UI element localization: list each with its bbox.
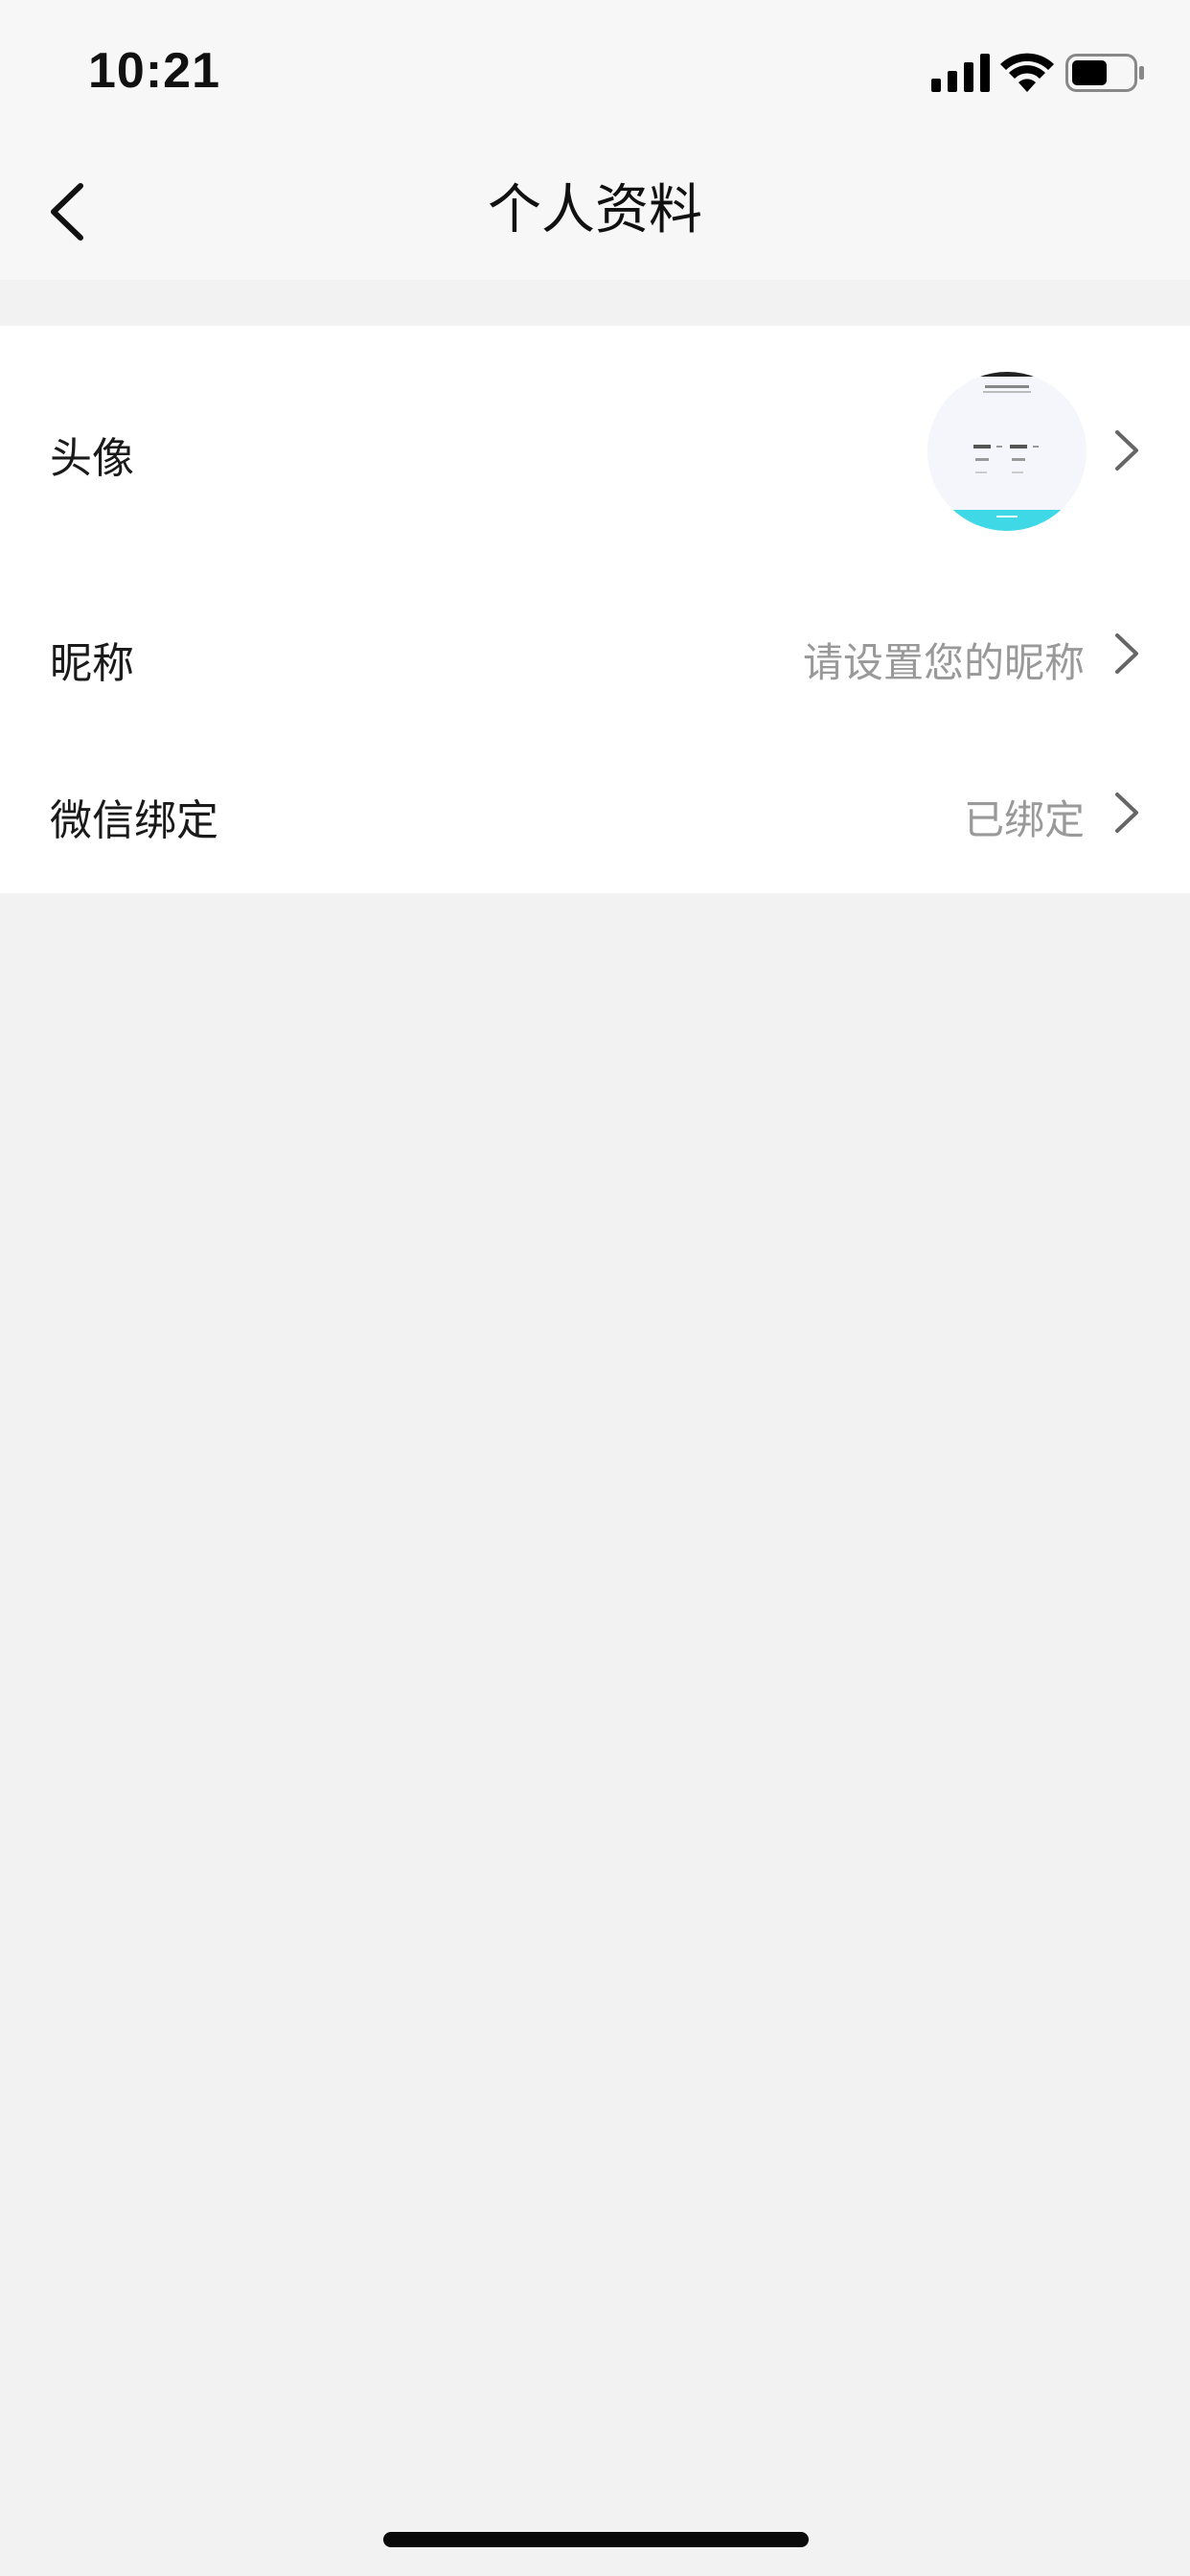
chevron-right-icon (1115, 793, 1138, 833)
nav-bar: 个人资料 (0, 144, 1190, 280)
nickname-row[interactable]: 昵称 请设置您的昵称 (0, 575, 1190, 732)
wechat-binding-label: 微信绑定 (50, 796, 218, 845)
chevron-right-icon (1115, 430, 1138, 471)
avatar-label: 头像 (50, 434, 134, 483)
status-time: 10:21 (88, 43, 220, 99)
wifi-icon (1000, 53, 1054, 92)
wechat-binding-status: 已绑定 (963, 796, 1085, 843)
avatar (927, 372, 1087, 531)
profile-list: 头像 昵称 请设置您的昵称 微信绑定 已绑定 (0, 326, 1190, 893)
signal-icon (931, 54, 990, 92)
wechat-binding-row[interactable]: 微信绑定 已绑定 (0, 732, 1190, 893)
nickname-value: 请设置您的昵称 (802, 639, 1085, 686)
nickname-label: 昵称 (50, 639, 134, 688)
battery-icon (1065, 54, 1144, 92)
chevron-right-icon (1115, 633, 1138, 674)
page-title: 个人资料 (488, 179, 702, 242)
avatar-row[interactable]: 头像 (0, 326, 1190, 575)
home-indicator[interactable] (383, 2532, 809, 2547)
avatar-image (927, 372, 1087, 531)
status-bar: 10:21 (0, 0, 1190, 144)
